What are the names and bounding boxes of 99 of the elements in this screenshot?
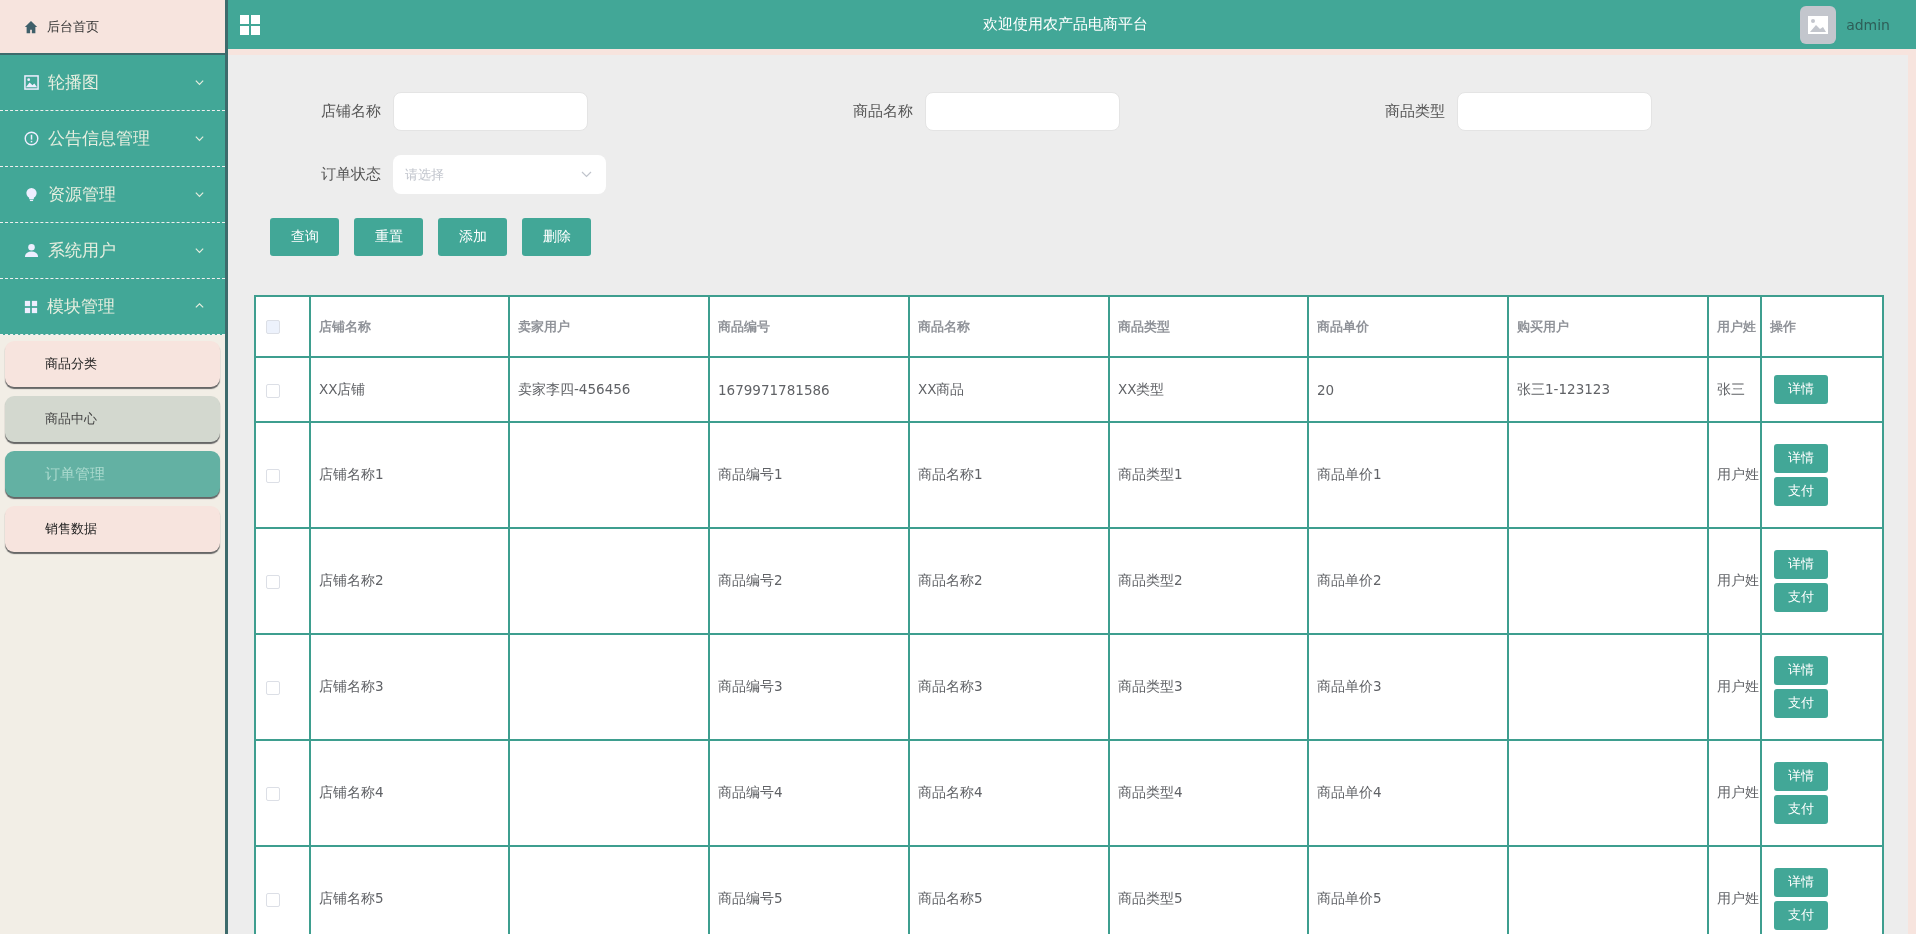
table-cell: 用户姓 [1717, 572, 1759, 588]
table-cell: 商品编号5 [718, 890, 783, 906]
table-cell: 商品类型4 [1118, 784, 1183, 800]
table-cell: 商品类型3 [1118, 678, 1183, 694]
sidebar-menu[interactable]: 模块管理 [0, 279, 225, 335]
sidebar-menu[interactable]: 公告信息管理 [0, 111, 225, 167]
table-cell: 商品编号4 [718, 784, 783, 800]
table-cell: 店铺名称2 [319, 572, 384, 588]
checkbox[interactable] [266, 383, 280, 398]
table-cell: XX商品 [918, 380, 965, 397]
table-cell: 商品编号1 [718, 466, 783, 482]
checkbox[interactable] [266, 320, 280, 335]
user-name[interactable]: admin [1846, 16, 1890, 33]
table-cell: 商品名称2 [918, 572, 983, 588]
table-cell: 商品单价4 [1317, 784, 1382, 800]
column-header: 商品名称 [918, 318, 970, 334]
row-action-button[interactable]: 支付 [1774, 477, 1828, 506]
row-action-button[interactable]: 支付 [1774, 583, 1828, 612]
action-button[interactable]: 删除 [522, 218, 591, 256]
field-label: 商品类型 [1384, 102, 1445, 121]
row-action-button[interactable]: 支付 [1774, 795, 1828, 824]
row-action-button[interactable]: 详情 [1774, 550, 1828, 579]
table-cell: 20 [1317, 381, 1335, 398]
column-header: 商品单价 [1317, 318, 1369, 334]
column-header: 卖家用户 [518, 318, 570, 334]
chevron-down-icon [581, 171, 592, 178]
table-cell: 1679971781586 [718, 381, 830, 398]
table-cell: 用户姓 [1717, 784, 1759, 800]
submenu-item[interactable]: 订单管理 [5, 451, 220, 497]
sidebar-menu[interactable]: 轮播图 [0, 55, 225, 111]
field-label: 商品名称 [852, 102, 913, 121]
input-field[interactable] [1457, 92, 1652, 131]
grid-menu-icon[interactable] [240, 14, 260, 35]
table-cell: 商品名称4 [918, 784, 983, 800]
input-field[interactable] [393, 92, 588, 131]
table-cell: 商品单价5 [1317, 890, 1382, 906]
row-action-button[interactable]: 支付 [1774, 689, 1828, 718]
field-label: 店铺名称 [320, 102, 381, 121]
table-cell: 商品类型5 [1118, 890, 1183, 906]
table-cell: 用户姓 [1717, 466, 1759, 482]
home-icon [24, 19, 38, 34]
table-cell: 商品名称1 [918, 466, 983, 482]
sidebar-menu[interactable]: 资源管理 [0, 167, 225, 223]
image-icon [24, 75, 39, 90]
checkbox[interactable] [266, 681, 280, 695]
table-cell: XX类型 [1118, 380, 1165, 397]
table-cell: XX店铺 [319, 380, 366, 397]
column-header: 商品类型 [1118, 318, 1170, 334]
row-action-button[interactable]: 详情 [1774, 762, 1828, 791]
action-button[interactable]: 重置 [354, 218, 423, 256]
table-cell: 店铺名称3 [319, 678, 384, 694]
select-field[interactable]: 请选择 [393, 155, 606, 194]
table-cell: 店铺名称4 [319, 784, 384, 800]
row-action-button[interactable]: 详情 [1774, 444, 1828, 473]
action-button[interactable]: 查询 [270, 218, 339, 256]
submenu-item[interactable]: 销售数据 [5, 506, 220, 552]
row-action-button[interactable]: 详情 [1774, 656, 1828, 685]
table-cell: 商品编号2 [718, 572, 783, 588]
table-cell: 用户姓 [1717, 890, 1759, 906]
table-cell: 商品类型2 [1118, 572, 1183, 588]
table-cell: 店铺名称1 [319, 466, 384, 482]
table-cell: 商品名称5 [918, 890, 983, 906]
table-cell: 商品类型1 [1118, 466, 1183, 482]
row-action-button[interactable]: 详情 [1774, 868, 1828, 897]
checkbox[interactable] [266, 787, 280, 801]
table-cell: 商品单价1 [1317, 466, 1382, 482]
action-button[interactable]: 添加 [438, 218, 507, 256]
row-action-button[interactable]: 支付 [1774, 901, 1828, 930]
table-cell: 商品编号3 [718, 678, 783, 694]
column-header: 用户姓 [1717, 318, 1756, 334]
user-icon [24, 243, 39, 258]
checkbox[interactable] [266, 469, 280, 483]
table-cell: 商品单价2 [1317, 572, 1382, 588]
checkbox[interactable] [266, 893, 280, 907]
home-menu-item[interactable]: 后台首页 [0, 0, 225, 55]
checkbox[interactable] [266, 575, 280, 589]
lightbulb-icon [24, 187, 39, 202]
table-cell: 商品名称3 [918, 678, 983, 694]
field-label: 订单状态 [320, 165, 381, 184]
table-cell: 商品单价3 [1317, 678, 1382, 694]
column-header: 店铺名称 [319, 318, 371, 334]
page-title: 欢迎使用农产品电商平台 [982, 15, 1148, 34]
column-header: 商品编号 [718, 318, 770, 334]
image-icon [1808, 15, 1829, 34]
details-button[interactable]: 详情 [1774, 375, 1828, 404]
column-header: 购买用户 [1517, 318, 1569, 334]
avatar[interactable] [1800, 5, 1837, 44]
submenu-item[interactable]: 商品中心 [5, 396, 220, 442]
grid-icon [24, 299, 38, 314]
submenu-item[interactable]: 商品分类 [5, 341, 220, 387]
table-cell: 店铺名称5 [319, 890, 384, 906]
table-cell: 张三1-123123 [1517, 380, 1610, 397]
input-field[interactable] [925, 92, 1120, 131]
table-cell: 卖家李四-456456 [518, 380, 631, 397]
column-header: 操作 [1770, 318, 1796, 334]
table-cell: 张三 [1717, 380, 1745, 397]
sidebar-menu[interactable]: 系统用户 [0, 223, 225, 279]
table-cell: 用户姓 [1717, 678, 1759, 694]
exclamation-circle-icon [24, 131, 39, 146]
